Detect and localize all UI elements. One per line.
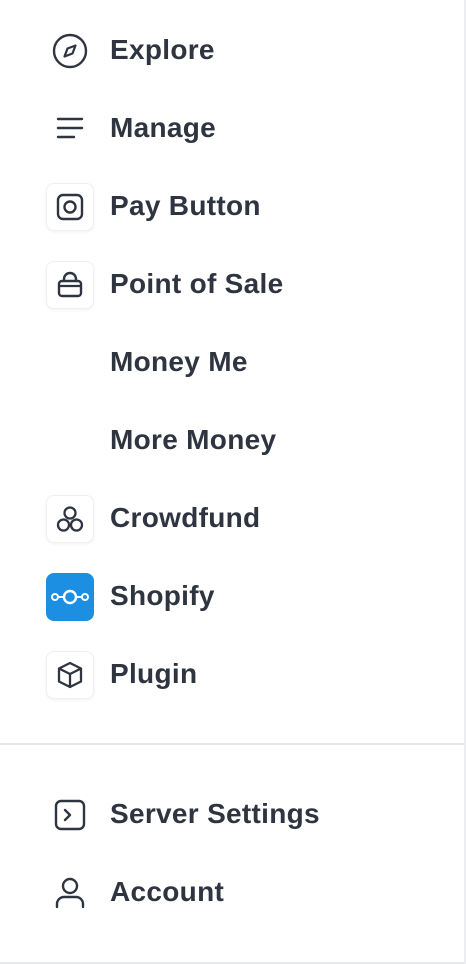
nav-item-pay-button[interactable]: Pay Button <box>0 168 464 246</box>
nav-item-label: Point of Sale <box>110 268 284 299</box>
nav-item-label: Manage <box>110 112 217 143</box>
nav-item-crowdfund[interactable]: Crowdfund <box>0 480 464 558</box>
nav-item-label: Money Me <box>110 346 248 377</box>
user-icon <box>46 869 94 917</box>
nav-item-label: Account <box>110 876 225 907</box>
nav-item-point-of-sale[interactable]: Point of Sale <box>0 246 464 324</box>
nav-item-server-settings[interactable]: Server Settings <box>0 776 464 854</box>
crowdfund-icon <box>46 495 94 543</box>
nav-item-shopify[interactable]: Shopify <box>0 558 464 636</box>
cube-icon <box>46 651 94 699</box>
nav-item-label: Plugin <box>110 658 198 689</box>
nav-item-label: Crowdfund <box>110 502 261 533</box>
nav-item-explore[interactable]: Explore <box>0 12 464 90</box>
sidebar: Explore Manage Pay Button Point of Sale … <box>0 0 466 964</box>
nav-item-label: Server Settings <box>110 798 320 829</box>
nav-item-plugin[interactable]: Plugin <box>0 636 464 714</box>
nav-item-label: Pay Button <box>110 190 261 221</box>
nav-item-label: Explore <box>110 34 215 65</box>
pay-button-icon <box>46 183 94 231</box>
nav-item-label: More Money <box>110 424 277 455</box>
shopify-icon <box>46 573 94 621</box>
nav-item-account[interactable]: Account <box>0 854 464 932</box>
compass-icon <box>46 27 94 75</box>
menu-lines-icon <box>46 105 94 153</box>
nav-item-manage[interactable]: Manage <box>0 90 464 168</box>
nav-item-money-me[interactable]: Money Me <box>0 324 464 402</box>
nav-divider <box>0 743 464 745</box>
shopping-bag-icon <box>46 261 94 309</box>
terminal-icon <box>46 791 94 839</box>
nav-item-more-money[interactable]: More Money <box>0 402 464 480</box>
nav-item-label: Shopify <box>110 580 215 611</box>
